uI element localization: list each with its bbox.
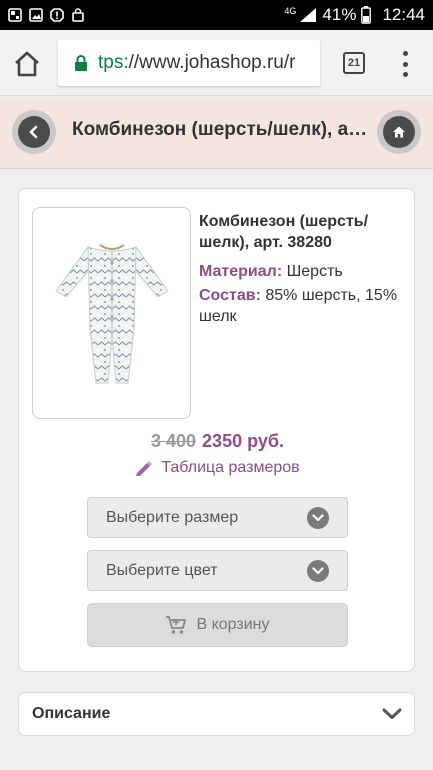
color-select-value: Выберите цвет	[106, 561, 218, 579]
image-icon	[29, 8, 43, 22]
old-price: 3 400	[151, 431, 197, 451]
cart-icon	[166, 616, 187, 634]
back-button[interactable]	[12, 110, 56, 154]
browser-toolbar: tps://www.johashop.ru/r 21	[0, 30, 433, 96]
browser-home-icon[interactable]	[12, 49, 42, 79]
clock: 12:44	[382, 5, 425, 24]
lock-icon	[75, 55, 87, 71]
shopping-bag-icon	[72, 8, 84, 22]
product-card: Комбинезон (шерсть/шелк), арт. 38280 Мат…	[18, 188, 415, 672]
product-name: Комбинезон (шерсть/шелк), арт. 38280	[199, 213, 369, 251]
material-value: Шерсть	[282, 263, 343, 280]
url-scheme: tps:	[98, 52, 129, 73]
signal-icon	[300, 8, 317, 22]
description-title: Описание	[32, 705, 111, 722]
browser-menu-icon[interactable]	[398, 51, 412, 77]
price-row: 3 400 2350 руб.	[19, 431, 416, 452]
status-bar: 4G 41% 12:44	[0, 0, 433, 30]
new-price: 2350 руб.	[202, 431, 284, 451]
spec-material: Материал: Шерсть	[199, 261, 404, 282]
add-to-cart-button[interactable]: В корзину	[87, 603, 348, 647]
chevron-left-icon	[29, 125, 38, 139]
color-select[interactable]: Выберите цвет	[87, 550, 348, 591]
network-type: 4G	[284, 5, 297, 16]
description-accordion[interactable]: Описание	[18, 692, 415, 736]
size-table-label: Таблица размеров	[161, 459, 300, 476]
composition-label: Состав:	[199, 287, 261, 304]
notification-icons	[8, 8, 85, 22]
cart-button-label: В корзину	[196, 616, 270, 633]
spec-composition: Состав: 85% шерсть, 15% шелк	[199, 285, 404, 327]
page-title: Комбинезон (шерсть/шелк), ар...	[72, 119, 368, 140]
size-select[interactable]: Выберите размер	[87, 497, 348, 538]
size-select-value: Выберите размер	[106, 508, 239, 526]
chevron-down-icon	[307, 559, 329, 582]
home-icon	[393, 126, 405, 138]
home-button[interactable]	[377, 110, 421, 154]
gallery-icon	[8, 8, 22, 22]
status-indicators: 4G 41% 12:44	[284, 5, 425, 25]
alert-icon	[50, 8, 64, 22]
tab-switcher-button[interactable]: 21	[343, 52, 365, 74]
jumpsuit-image	[54, 244, 169, 384]
chevron-down-icon	[382, 708, 402, 719]
address-bar[interactable]: tps://www.johashop.ru/r	[58, 40, 320, 86]
battery-icon	[361, 6, 372, 24]
product-image[interactable]	[32, 207, 191, 419]
url-text: tps://www.johashop.ru/r	[98, 52, 295, 74]
site-header: Комбинезон (шерсть/шелк), ар...	[0, 97, 433, 169]
material-label: Материал:	[199, 263, 283, 280]
pencil-icon	[136, 461, 153, 476]
url-host: //www.johashop.ru/r	[128, 52, 296, 73]
size-table-link[interactable]: Таблица размеров	[19, 459, 416, 477]
battery-percent: 41%	[322, 5, 357, 24]
chevron-down-icon	[307, 506, 329, 529]
